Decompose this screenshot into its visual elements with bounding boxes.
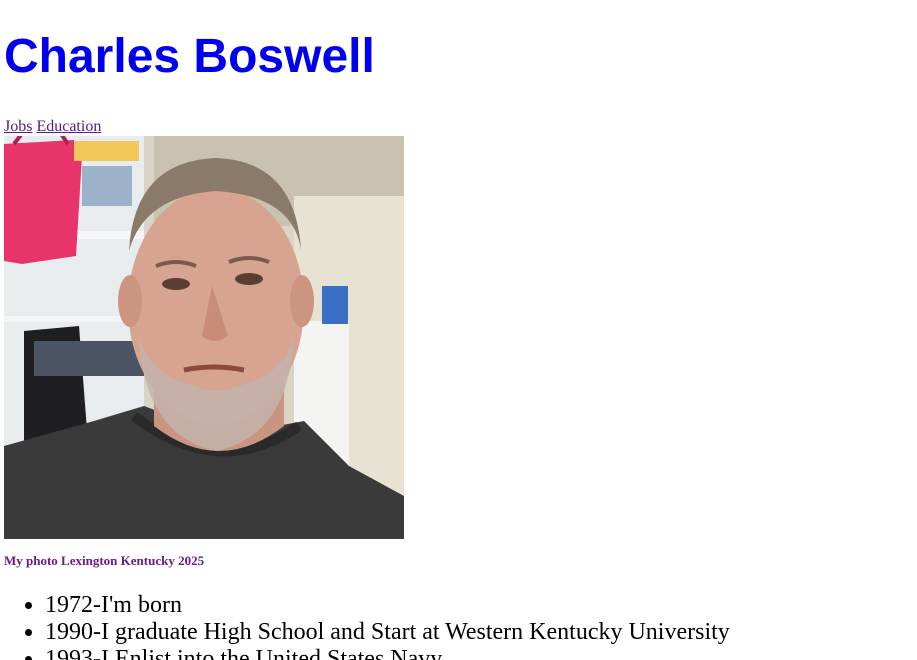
list-item: 1990-I graduate High School and Start at…: [45, 619, 905, 646]
photo-caption: My photo Lexington Kentucky 2025: [4, 553, 205, 568]
list-item: 1993-I Enlist into the United States Nav…: [45, 646, 905, 660]
list-item: 1972-I'm born: [45, 592, 905, 619]
nav-link-jobs[interactable]: Jobs: [4, 118, 32, 135]
page-title: Charles Boswell: [4, 30, 375, 83]
nav-link-education[interactable]: Education: [36, 118, 101, 135]
profile-photo: [4, 136, 404, 539]
timeline-list: 1972-I'm born 1990-I graduate High Schoo…: [0, 592, 905, 660]
nav-links: Jobs Education: [4, 117, 101, 136]
